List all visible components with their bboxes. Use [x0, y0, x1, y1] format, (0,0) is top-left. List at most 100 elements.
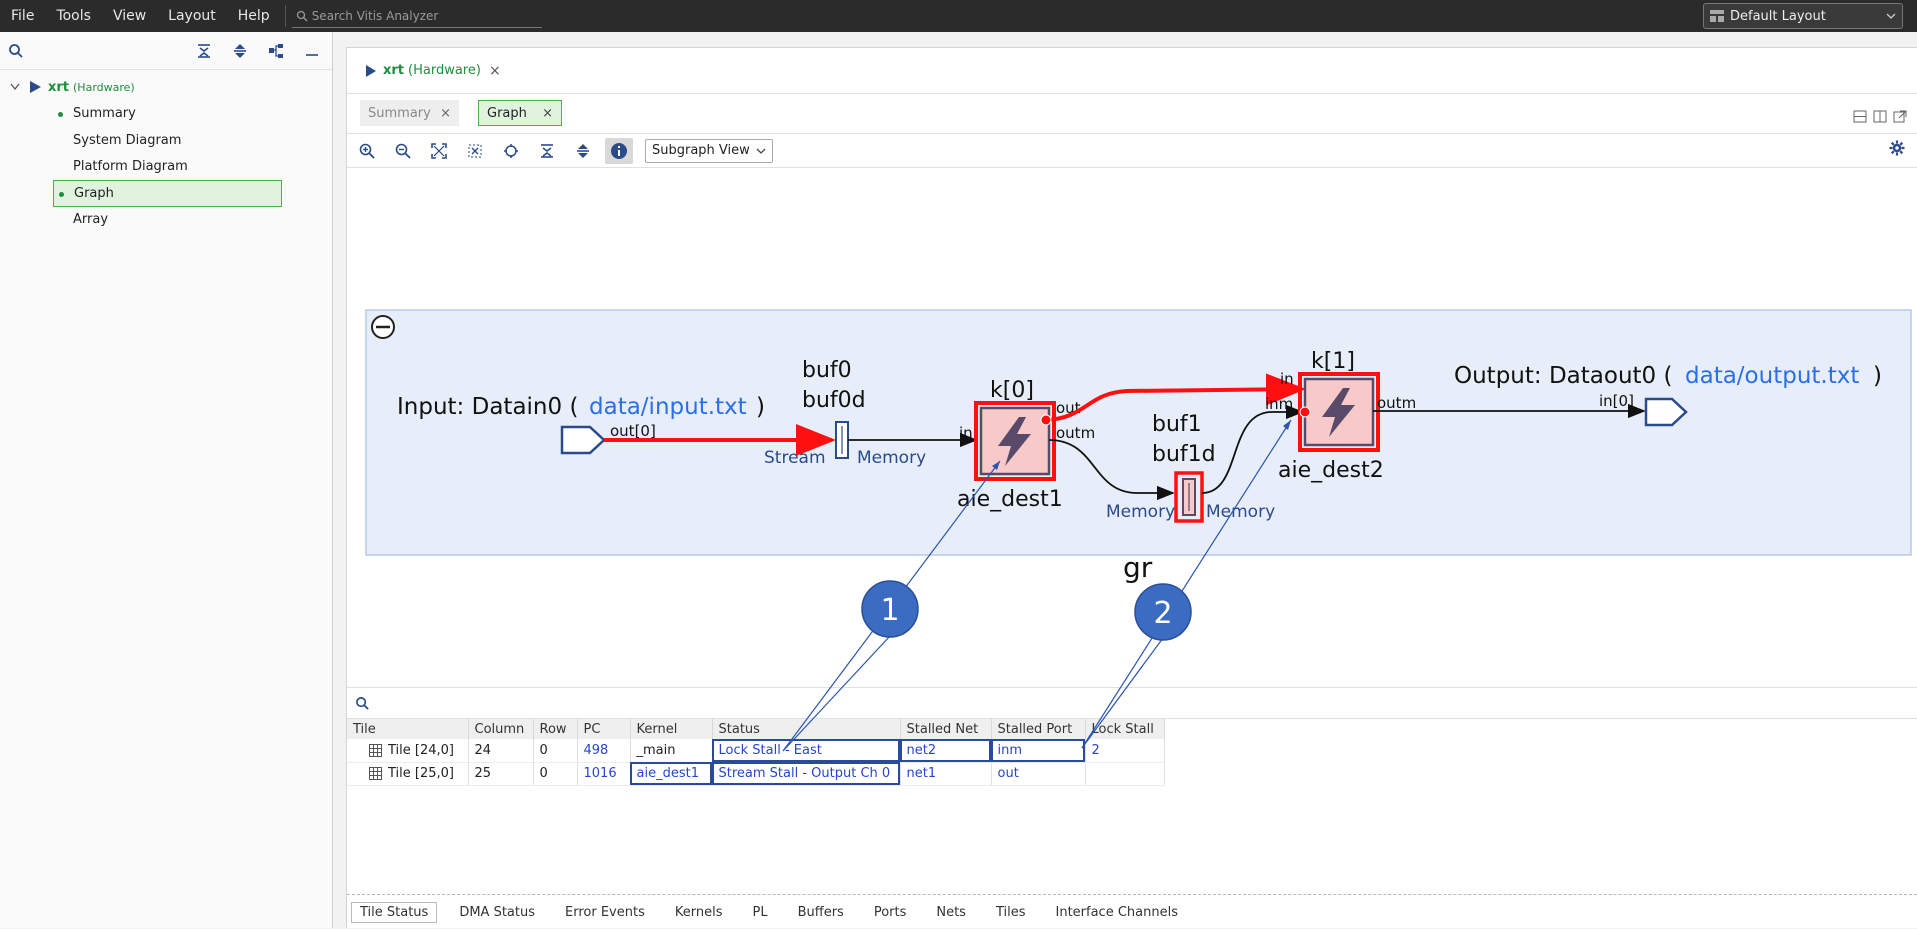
- cell-lock-stall: [1085, 762, 1165, 786]
- column-header-row[interactable]: Row: [533, 719, 578, 739]
- k0-label: k[0]: [990, 378, 1034, 403]
- column-header-pc[interactable]: PC: [577, 719, 631, 739]
- collapse-all-icon[interactable]: [192, 39, 216, 63]
- cell-kernel: _main: [630, 739, 713, 763]
- column-header-stalled-net[interactable]: Stalled Net: [900, 719, 992, 739]
- buf0-label: buf0: [802, 358, 852, 383]
- tree-item-label: Graph: [74, 185, 114, 201]
- bottom-tabs: Tile Status DMA Status Error Events Kern…: [347, 894, 1917, 929]
- tree-item-label: System Diagram: [73, 132, 182, 148]
- buf0-stream-label: Stream: [764, 448, 826, 468]
- left-panel: xrt (Hardware) Summary System Diagram Pl…: [0, 32, 333, 928]
- cell-column: 25: [468, 762, 534, 786]
- search-input[interactable]: Search Vitis Analyzer: [291, 4, 542, 28]
- tab-buffers[interactable]: Buffers: [790, 903, 852, 922]
- cell-pc-link[interactable]: 1016: [577, 762, 631, 786]
- cell-stalled-net-link[interactable]: net1: [900, 762, 992, 786]
- table-search[interactable]: [347, 687, 1917, 719]
- buf0d-label: buf0d: [802, 388, 866, 413]
- column-header-kernel[interactable]: Kernel: [630, 719, 713, 739]
- stall-point: [1299, 406, 1311, 418]
- tree-root-xrt[interactable]: xrt (Hardware): [0, 74, 332, 101]
- tab-ports[interactable]: Ports: [866, 903, 915, 922]
- column-header-column[interactable]: Column: [468, 719, 534, 739]
- tab-tiles[interactable]: Tiles: [988, 903, 1034, 922]
- cell-lock-stall-link[interactable]: 2: [1085, 739, 1165, 763]
- k1-inm-label: inm: [1265, 395, 1293, 413]
- chevron-down-icon[interactable]: [10, 83, 20, 91]
- column-header-stalled-port[interactable]: Stalled Port: [991, 719, 1086, 739]
- column-header-tile[interactable]: Tile: [347, 719, 469, 739]
- tree-root-sub: (Hardware): [73, 80, 135, 94]
- menu-view[interactable]: View: [102, 8, 157, 24]
- hierarchy-icon[interactable]: [264, 39, 288, 63]
- column-header-status[interactable]: Status: [712, 719, 901, 739]
- search-placeholder: Search Vitis Analyzer: [311, 8, 439, 23]
- tab-tile-status[interactable]: Tile Status: [351, 901, 438, 923]
- cell-kernel-link[interactable]: aie_dest1: [630, 762, 713, 786]
- tree-item-summary[interactable]: Summary: [53, 101, 282, 128]
- cell-tile-text: Tile [25,0]: [388, 766, 454, 781]
- collapse-graph-icon[interactable]: [371, 315, 395, 339]
- tree-item-system-diagram[interactable]: System Diagram: [53, 127, 282, 154]
- layout-icon: [1710, 10, 1724, 22]
- search-icon[interactable]: [355, 696, 370, 711]
- buf1d-label: buf1d: [1152, 442, 1216, 467]
- buf1-label: buf1: [1152, 412, 1202, 437]
- cell-status-link[interactable]: Stream Stall - Output Ch 0: [712, 762, 901, 786]
- layout-select[interactable]: Default Layout: [1703, 3, 1903, 29]
- expand-all-icon[interactable]: [228, 39, 252, 63]
- table-row[interactable]: Tile [25,0] 25 0 1016 aie_dest1 Stream S…: [347, 762, 1165, 786]
- tab-interface-channels[interactable]: Interface Channels: [1048, 903, 1186, 922]
- output-label: Output: Dataout0 (: [1454, 363, 1672, 389]
- input-file-link[interactable]: data/input.txt: [589, 394, 747, 420]
- minimize-icon[interactable]: [300, 39, 324, 63]
- graph-canvas: Input: Datain0 ( data/input.txt ) out[0]…: [365, 309, 1912, 584]
- menu-help[interactable]: Help: [227, 8, 281, 24]
- tree-item-label: Platform Diagram: [73, 159, 188, 175]
- cell-pc-link[interactable]: 498: [577, 739, 631, 763]
- tab-kernels[interactable]: Kernels: [667, 903, 731, 922]
- k1-label: k[1]: [1311, 349, 1355, 374]
- search-icon: [296, 10, 308, 21]
- cell-stalled-port-link[interactable]: inm: [991, 739, 1086, 763]
- cell-stalled-port-link[interactable]: out: [991, 762, 1086, 786]
- menu-tools[interactable]: Tools: [45, 8, 102, 24]
- cell-stalled-net-link[interactable]: net2: [900, 739, 992, 763]
- k1-in-label: in: [1280, 370, 1294, 388]
- tab-error-events[interactable]: Error Events: [557, 903, 653, 922]
- cell-tile: Tile [24,0]: [347, 739, 469, 763]
- output-port-label: in[0]: [1599, 392, 1634, 410]
- tab-nets[interactable]: Nets: [928, 903, 974, 922]
- input-port-label: out[0]: [610, 422, 656, 440]
- output-file-link[interactable]: data/output.txt: [1685, 363, 1859, 389]
- menu-separator: [284, 5, 286, 27]
- k0-outm-label: outm: [1056, 424, 1095, 442]
- left-toolbar: [0, 32, 332, 70]
- menu-file[interactable]: File: [0, 8, 45, 24]
- tab-dma-status[interactable]: DMA Status: [451, 903, 543, 922]
- chevron-down-icon: [1886, 13, 1896, 19]
- aie-dest2-label: aie_dest2: [1278, 458, 1384, 483]
- aie-dest1-label: aie_dest1: [957, 487, 1063, 512]
- stall-point: [1040, 414, 1052, 426]
- tree-item-array[interactable]: Array: [53, 207, 282, 234]
- tab-pl[interactable]: PL: [744, 903, 775, 922]
- table-row[interactable]: Tile [24,0] 24 0 498 _main Lock Stall - …: [347, 739, 1165, 763]
- tree-item-label: Array: [73, 212, 109, 228]
- input-label: Input: Datain0 (: [397, 394, 578, 420]
- cell-column: 24: [468, 739, 534, 763]
- tree-item-platform-diagram[interactable]: Platform Diagram: [53, 154, 282, 181]
- menu-layout[interactable]: Layout: [157, 8, 227, 24]
- main-panel: xrt (Hardware) × Summary × Graph × Subgr…: [346, 47, 1917, 928]
- cell-status-link[interactable]: Lock Stall - East: [712, 739, 901, 763]
- tree-item-graph[interactable]: Graph: [53, 180, 282, 207]
- search-icon[interactable]: [8, 43, 24, 59]
- cell-row: 0: [533, 739, 578, 763]
- buf0-memory-label: Memory: [857, 448, 926, 468]
- play-icon: [30, 81, 41, 94]
- tile-status-panel: Tile Column Row PC Kernel Status Stalled…: [347, 687, 1917, 867]
- column-header-lock-stall[interactable]: Lock Stall: [1085, 719, 1165, 739]
- cell-row: 0: [533, 762, 578, 786]
- buf1-memory-right-label: Memory: [1206, 502, 1275, 522]
